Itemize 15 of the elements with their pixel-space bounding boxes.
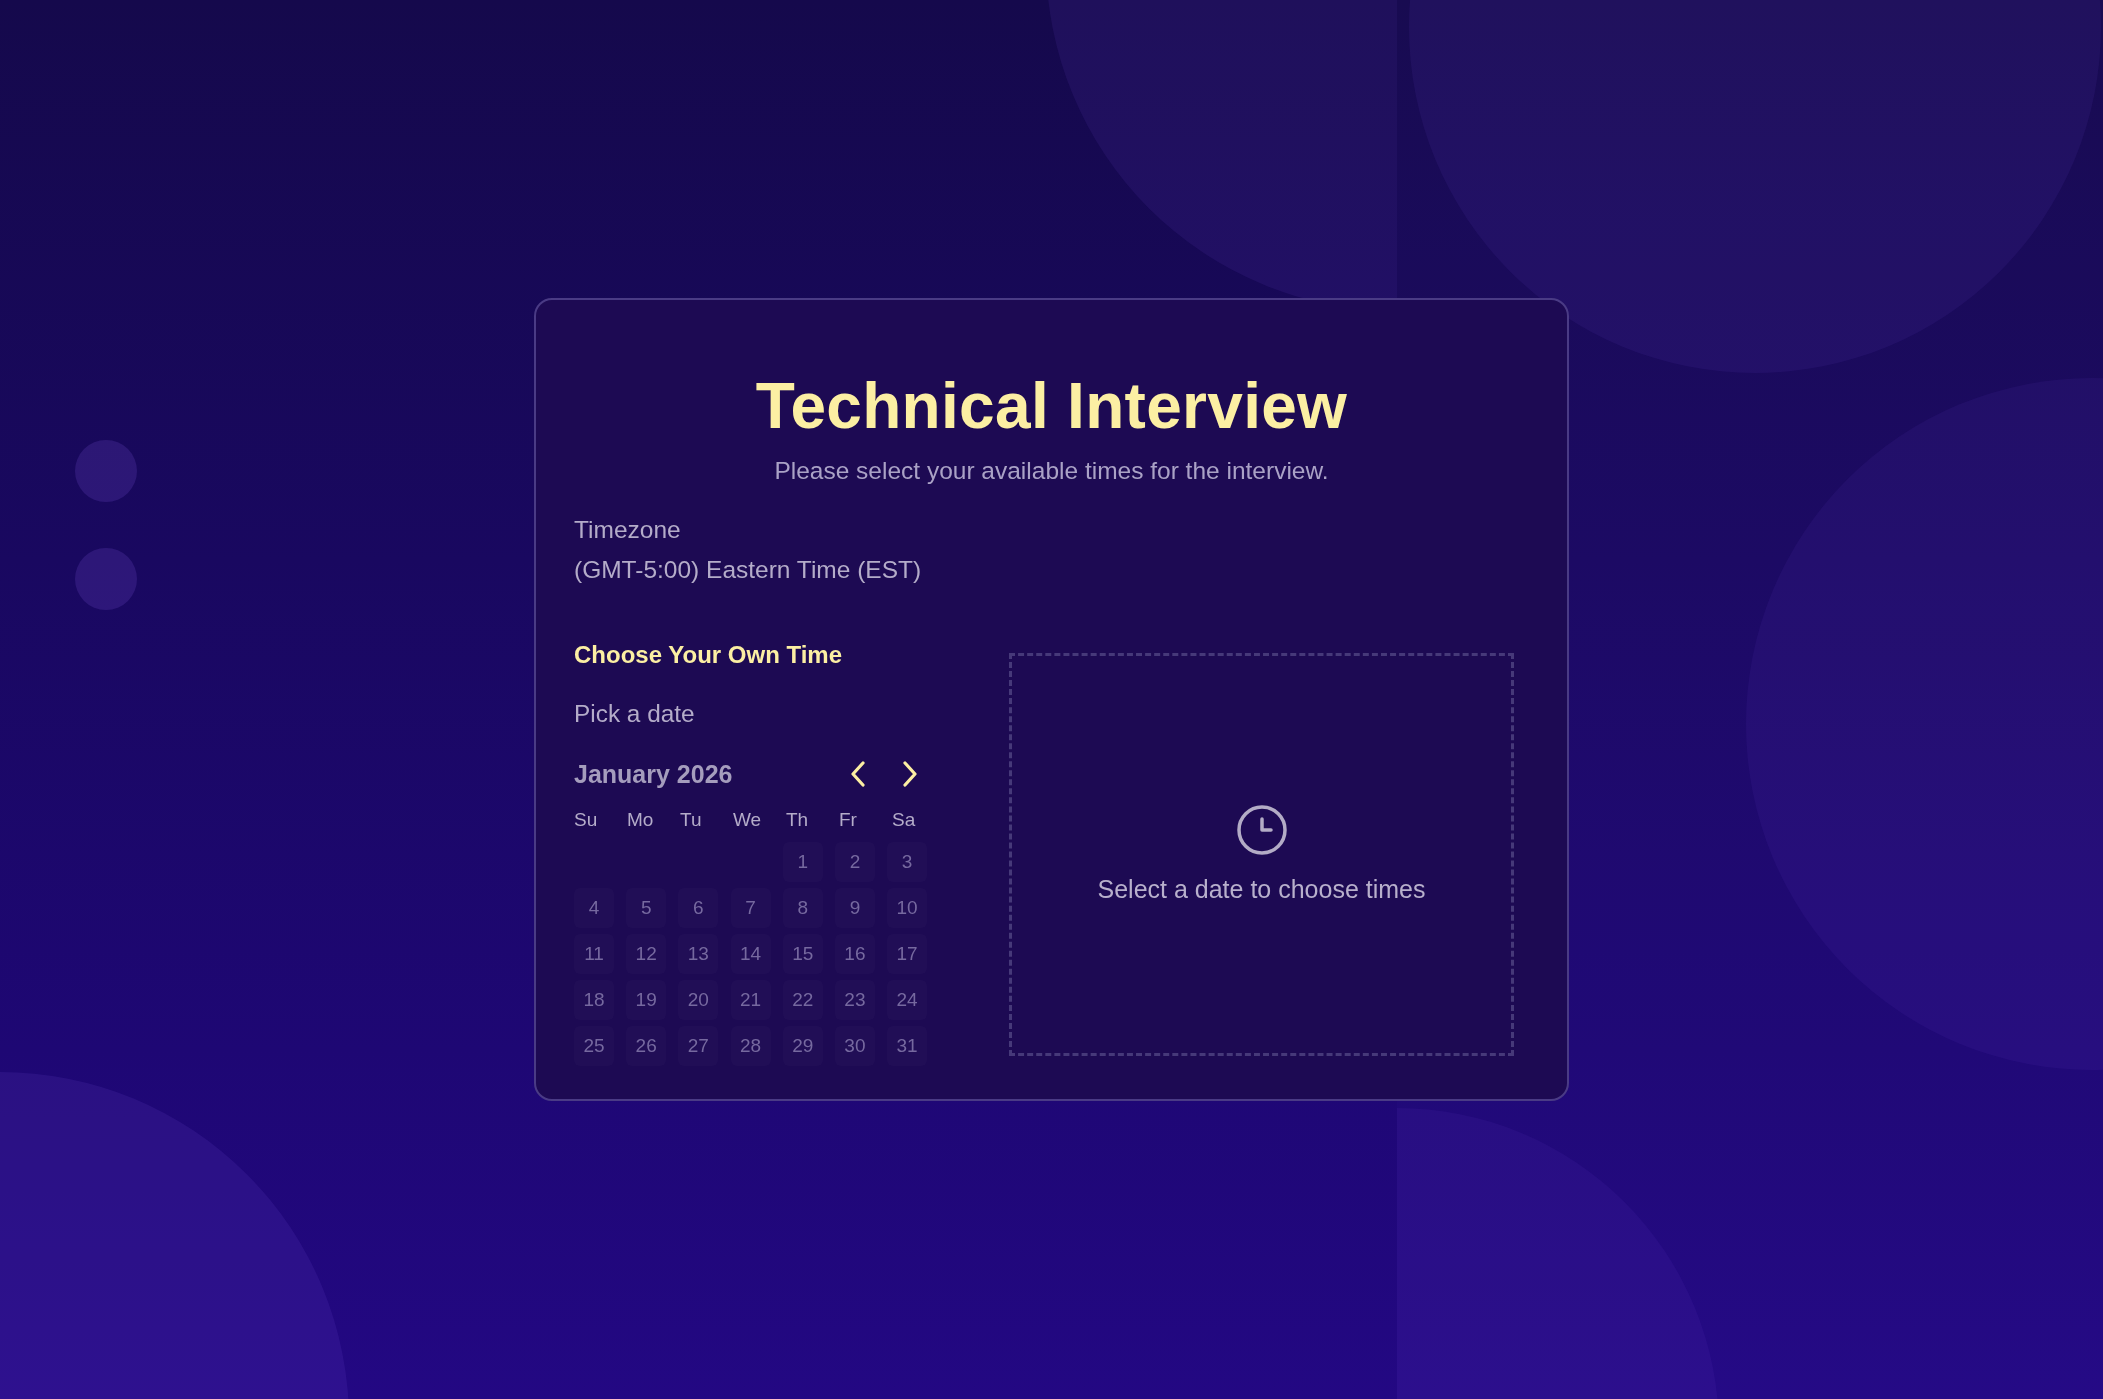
section-heading: Choose Your Own Time bbox=[574, 640, 843, 670]
weekday-label: Th bbox=[786, 808, 809, 832]
timezone-value: (GMT-5:00) Eastern Time (EST) bbox=[574, 555, 922, 585]
empty-state-text: Select a date to choose times bbox=[1097, 874, 1426, 904]
weekday-label: Sa bbox=[892, 808, 916, 832]
timezone-label: Timezone bbox=[574, 515, 681, 545]
weekday-label: Tu bbox=[680, 808, 702, 832]
weekday-label: Mo bbox=[627, 808, 654, 832]
page-title: Technical Interview bbox=[755, 371, 1348, 441]
weekday-label: Fr bbox=[839, 808, 857, 832]
page-subtitle: Please select your available times for the interview. bbox=[774, 456, 1329, 486]
weekday-label: We bbox=[733, 808, 762, 832]
field-label: Pick a date bbox=[574, 699, 695, 729]
month-label: January 2026 bbox=[574, 759, 733, 789]
weekday-label: Su bbox=[574, 808, 598, 832]
